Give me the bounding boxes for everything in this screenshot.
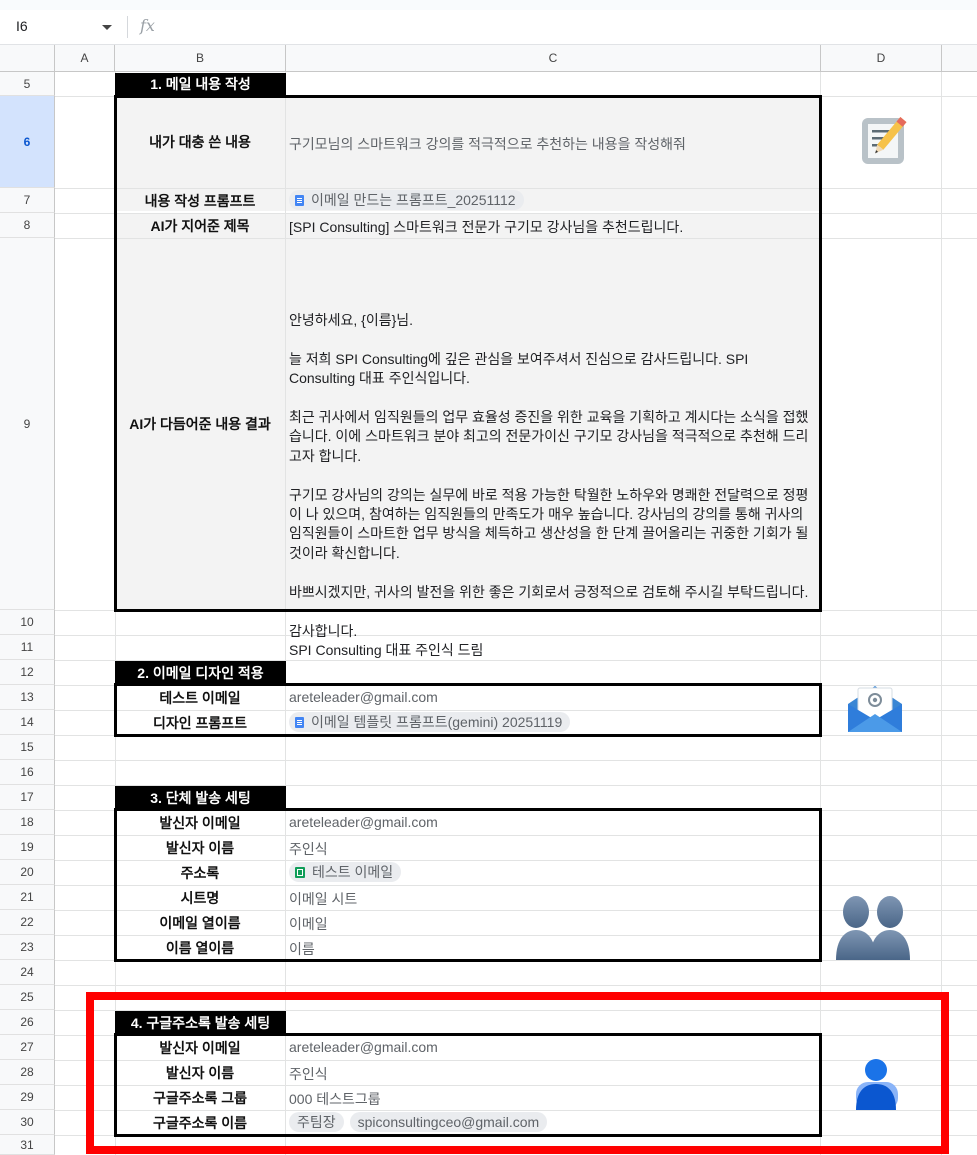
row-header[interactable]: 23 — [0, 935, 55, 960]
gridline — [55, 760, 977, 761]
row-header[interactable]: 21 — [0, 885, 55, 910]
section-heading: 3. 단체 발송 세팅 — [115, 786, 286, 810]
row-header[interactable]: 12 — [0, 660, 55, 685]
row-header[interactable]: 17 — [0, 785, 55, 810]
name-box[interactable]: I6 — [16, 18, 28, 34]
column-header-a[interactable]: A — [55, 45, 115, 72]
gridline — [55, 985, 977, 986]
people-icon — [834, 888, 914, 962]
toolbar-strip — [0, 0, 977, 10]
column-header-b[interactable]: B — [115, 45, 286, 72]
row-header[interactable]: 22 — [0, 910, 55, 935]
section-heading: 1. 메일 내용 작성 — [115, 73, 286, 96]
row-header[interactable]: 27 — [0, 1035, 55, 1060]
column-header-d[interactable]: D — [821, 45, 942, 72]
section-heading: 2. 이메일 디자인 적용 — [115, 661, 286, 685]
row-header[interactable]: 13 — [0, 685, 55, 710]
row-header-selected[interactable]: 6 — [0, 96, 55, 188]
row-header[interactable]: 25 — [0, 985, 55, 1010]
sheet-grid[interactable]: 5 6 7 8 9 10 11 12 13 14 15 16 17 18 19 … — [0, 72, 977, 1155]
row-header[interactable]: 28 — [0, 1060, 55, 1085]
section-border — [114, 95, 822, 612]
row-header[interactable]: 30 — [0, 1110, 55, 1135]
section-border — [114, 683, 822, 737]
row-header[interactable]: 7 — [0, 188, 55, 213]
row-header[interactable]: 14 — [0, 710, 55, 735]
row-header[interactable]: 8 — [0, 213, 55, 238]
fx-icon: fx — [140, 16, 155, 35]
row-header[interactable]: 24 — [0, 960, 55, 985]
row-header[interactable]: 11 — [0, 635, 55, 660]
row-header[interactable]: 19 — [0, 835, 55, 860]
row-header[interactable]: 26 — [0, 1010, 55, 1035]
chevron-down-icon[interactable] — [102, 25, 112, 30]
row-header[interactable]: 16 — [0, 760, 55, 785]
column-header-e[interactable] — [942, 45, 977, 72]
highlight-box — [86, 992, 949, 1154]
row-header[interactable]: 29 — [0, 1085, 55, 1110]
formula-bar: I6 fx — [0, 10, 977, 45]
row-header[interactable]: 9 — [0, 238, 55, 610]
letter-line: SPI Consulting 대표 주인식 드림 — [289, 641, 484, 658]
row-header[interactable]: 31 — [0, 1135, 55, 1155]
contact-icon — [850, 1056, 902, 1114]
row-header[interactable]: 18 — [0, 810, 55, 835]
row-header[interactable]: 10 — [0, 610, 55, 635]
column-header-c[interactable]: C — [286, 45, 821, 72]
memo-icon — [858, 112, 910, 168]
row-header[interactable]: 5 — [0, 72, 55, 96]
letter-line: 감사합니다. — [289, 622, 358, 639]
row-header[interactable]: 15 — [0, 735, 55, 760]
section-border — [114, 808, 822, 962]
divider — [127, 16, 128, 38]
select-all-corner[interactable] — [0, 45, 55, 72]
row-header[interactable]: 20 — [0, 860, 55, 885]
envelope-icon — [846, 682, 904, 736]
